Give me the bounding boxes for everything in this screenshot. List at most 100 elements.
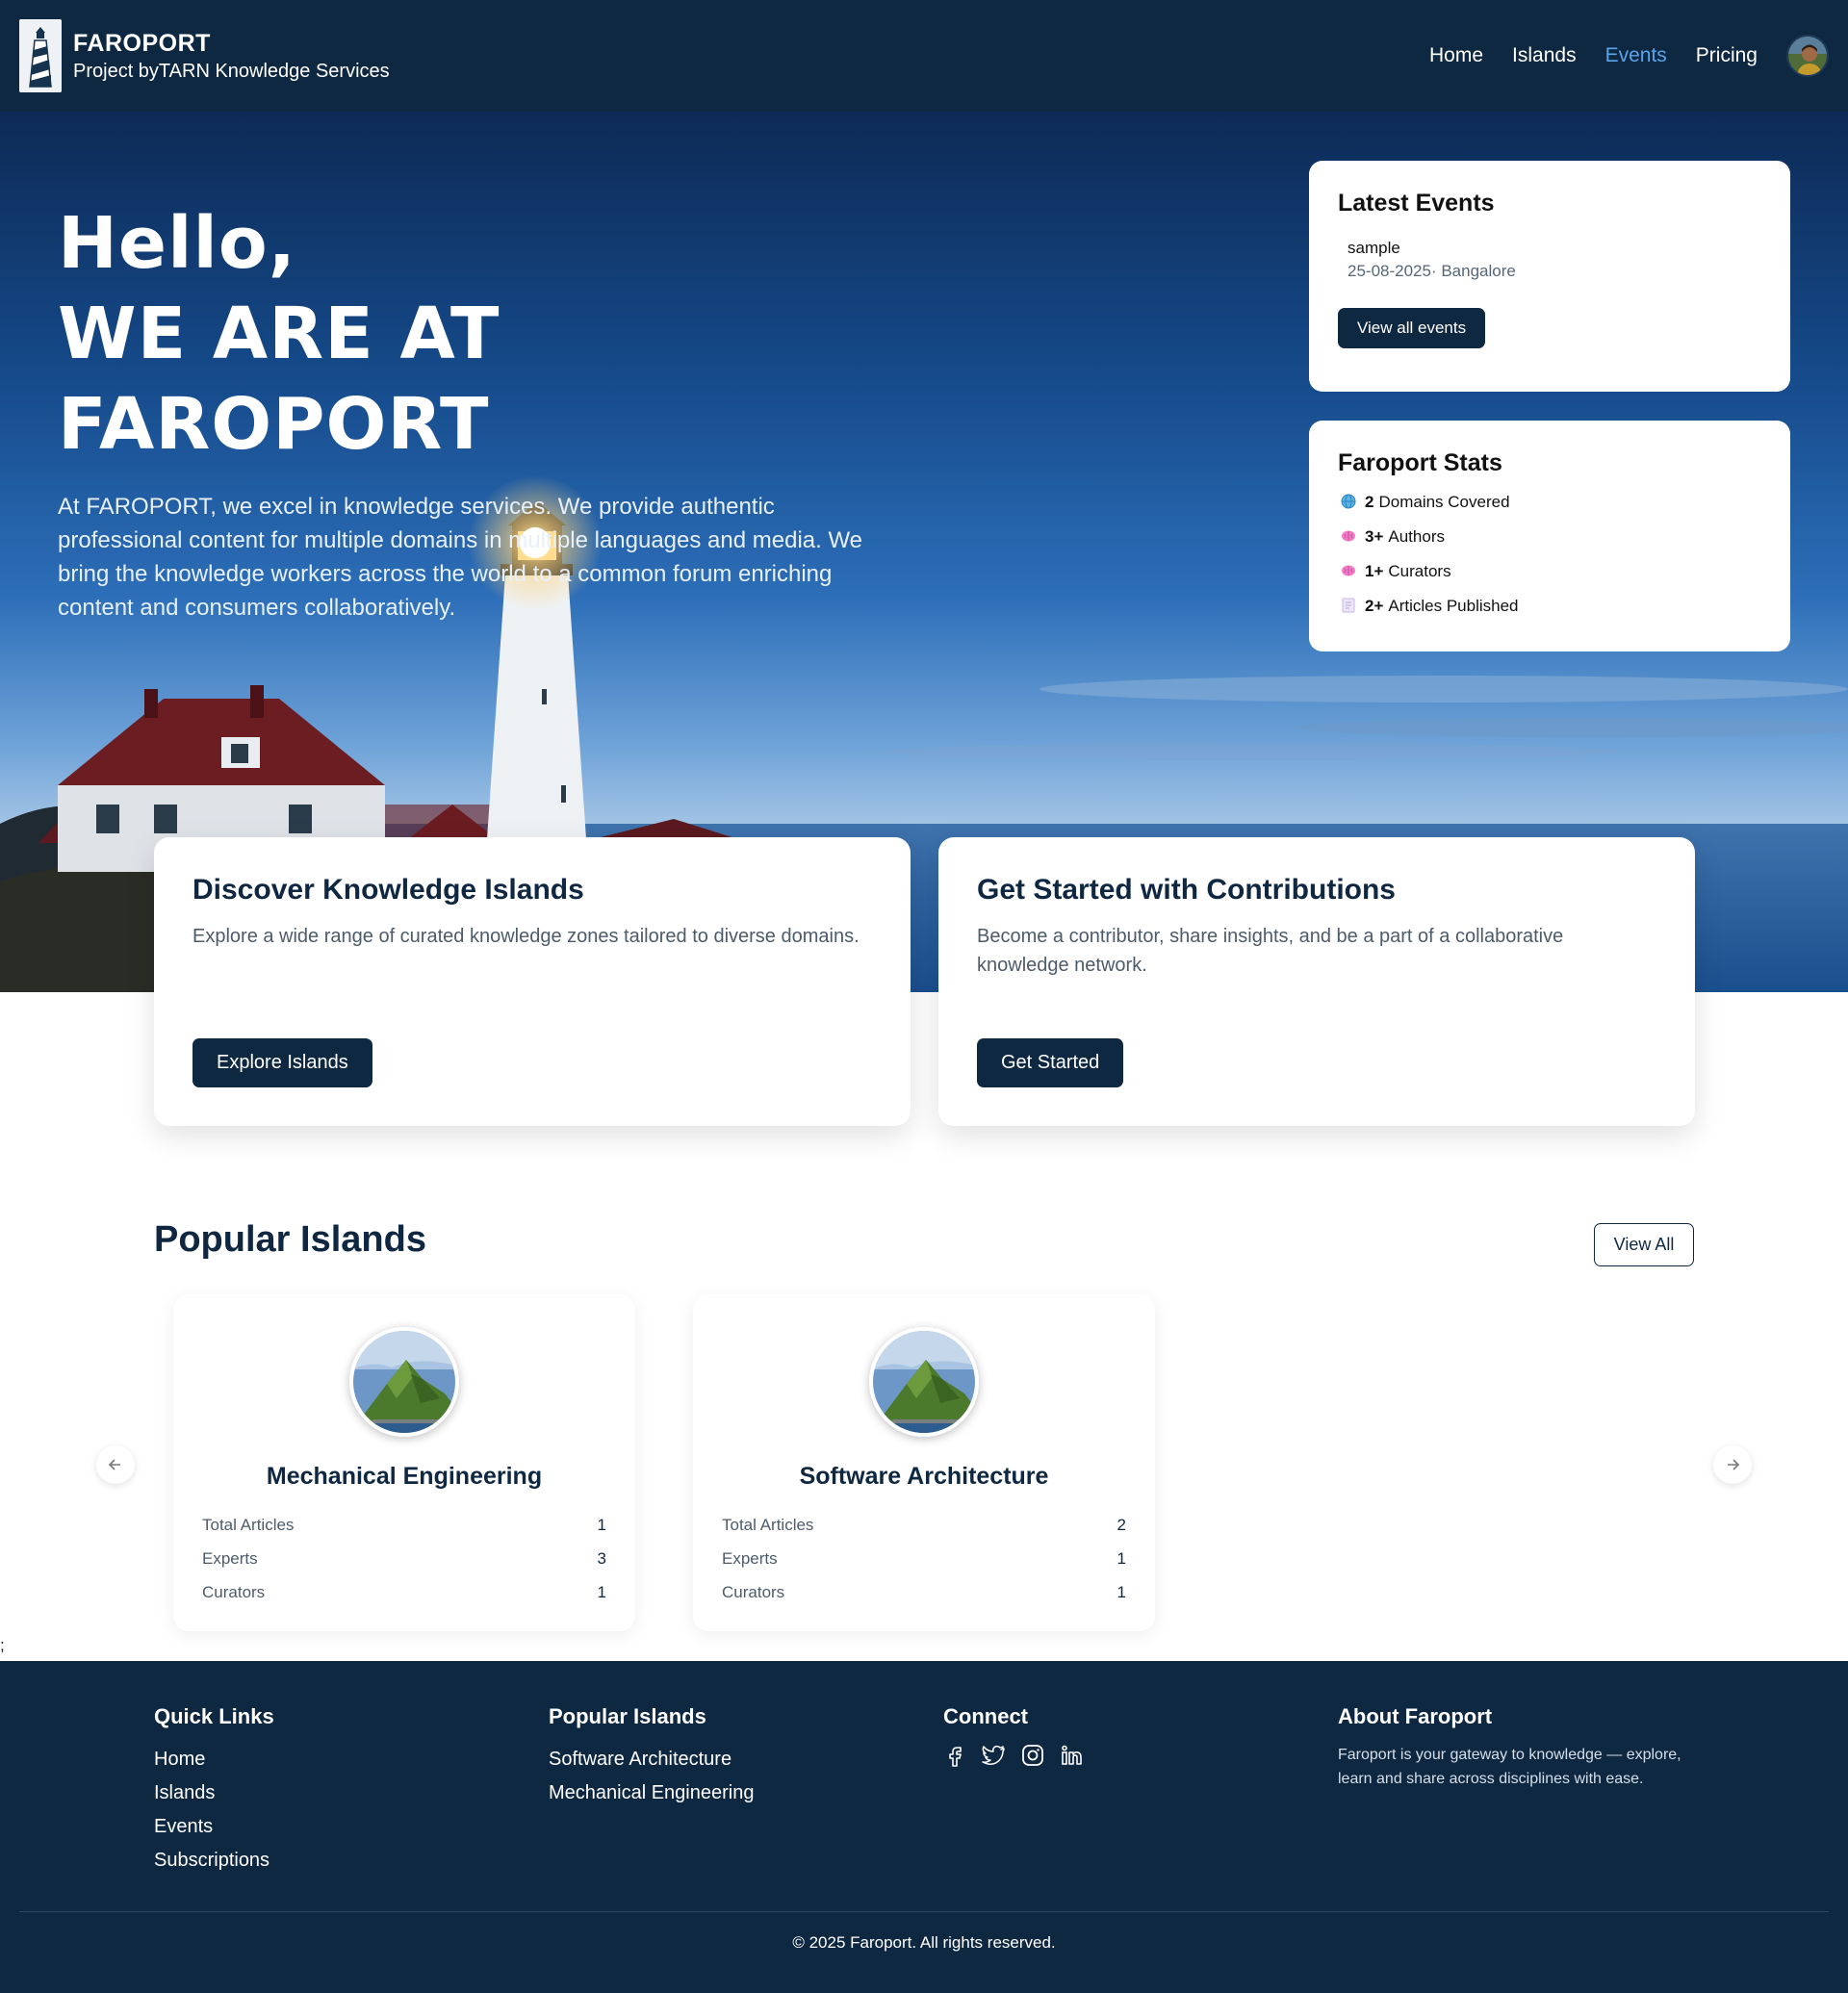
document-icon (1338, 598, 1359, 616)
stat-label: Total Articles (202, 1515, 295, 1534)
island-stats: Total Articles 2 Experts 1 Curators 1 (722, 1508, 1126, 1609)
faroport-stats-card: Faroport Stats 2 Domains Covered 3+ Auth… (1309, 421, 1790, 652)
footer-link-islands[interactable]: Islands (154, 1776, 274, 1810)
arrow-right-icon (1728, 1459, 1740, 1470)
stat-value: 3 (597, 1548, 606, 1568)
stat-authors-value: 3+ (1365, 527, 1384, 546)
popular-islands-title: Popular Islands (154, 1219, 426, 1260)
stat-articles: 2+ Articles Published (1338, 597, 1761, 616)
brain-icon (1338, 528, 1359, 547)
footer-connect-title: Connect (943, 1704, 1028, 1728)
nav-link-events[interactable]: Events (1605, 44, 1667, 67)
stat-label: Experts (722, 1548, 778, 1568)
contributions-title: Get Started with Contributions (977, 874, 1396, 906)
stat-value: 1 (597, 1515, 606, 1534)
discover-islands-title: Discover Knowledge Islands (192, 874, 584, 906)
arrow-left-icon (108, 1459, 120, 1470)
stat-value: 1 (1116, 1548, 1126, 1568)
hero-heading-line1: Hello, (58, 202, 296, 285)
nav-link-islands[interactable]: Islands (1512, 44, 1577, 67)
stat-label: Curators (722, 1582, 785, 1601)
stats-title: Faroport Stats (1338, 449, 1502, 476)
footer-quick-links-title: Quick Links (154, 1704, 274, 1728)
island-stat-row: Total Articles 1 (202, 1508, 606, 1542)
footer-about-text: Faroport is your gateway to knowledge — … (1338, 1747, 1681, 1787)
stat-domains: 2 Domains Covered (1338, 493, 1761, 512)
explore-islands-button[interactable]: Explore Islands (192, 1038, 372, 1087)
brand-subtitle: Project byTARN Knowledge Services (73, 61, 390, 82)
view-all-button[interactable]: View All (1594, 1223, 1694, 1266)
island-image (349, 1327, 459, 1437)
island-stat-row: Curators 1 (202, 1575, 606, 1609)
stat-value: 1 (597, 1582, 606, 1601)
brand-title: FAROPORT (73, 30, 211, 57)
stat-authors-label: Authors (1388, 527, 1445, 546)
hero-heading-line3: FAROPORT (58, 383, 490, 466)
discover-islands-card: Discover Knowledge Islands Explore a wid… (154, 837, 911, 1126)
stat-authors: 3+ Authors (1338, 527, 1761, 547)
footer-link-mechanical-engineering[interactable]: Mechanical Engineering (549, 1776, 754, 1810)
footer-divider (19, 1911, 1829, 1912)
discover-islands-text: Explore a wide range of curated knowledg… (192, 926, 860, 947)
twitter-icon[interactable] (982, 1743, 1007, 1768)
footer-about-title: About Faroport (1338, 1704, 1493, 1728)
hero-heading-line2: WE ARE AT (58, 293, 500, 375)
contributions-text: Become a contributor, share insights, an… (977, 926, 1564, 976)
contributions-card: Get Started with Contributions Become a … (938, 837, 1695, 1126)
instagram-icon[interactable] (1020, 1743, 1045, 1768)
stat-articles-label: Articles Published (1388, 597, 1519, 615)
latest-events-title: Latest Events (1338, 190, 1495, 217)
footer-link-subscriptions[interactable]: Subscriptions (154, 1844, 274, 1878)
stat-label: Curators (202, 1582, 266, 1601)
stray-semicolon-text: ; (0, 1636, 5, 1654)
island-stat-row: Experts 1 (722, 1542, 1126, 1575)
footer-link-software-architecture[interactable]: Software Architecture (549, 1743, 754, 1776)
event-date-location: 25-08-2025· Bangalore (1348, 262, 1516, 280)
top-navbar: FAROPORT Project byTARN Knowledge Servic… (0, 0, 1848, 112)
nav-links: Home Islands Events Pricing (1429, 35, 1829, 77)
brand-block: FAROPORT Project byTARN Knowledge Servic… (73, 28, 390, 84)
stat-curators-value: 1+ (1365, 562, 1384, 580)
carousel-next-button[interactable] (1713, 1445, 1752, 1484)
brain-icon (1338, 563, 1359, 581)
hero-heading: Hello, WE ARE AT FAROPORT (58, 198, 500, 470)
nav-link-home[interactable]: Home (1429, 44, 1483, 67)
footer-link-home[interactable]: Home (154, 1743, 274, 1776)
nav-link-pricing[interactable]: Pricing (1696, 44, 1758, 67)
island-name: Mechanical Engineering (266, 1463, 543, 1490)
stat-value: 1 (1116, 1582, 1126, 1601)
hero-description: At FAROPORT, we excel in knowledge servi… (58, 494, 863, 621)
island-card-mechanical-engineering[interactable]: Mechanical Engineering Total Articles 1 … (173, 1294, 635, 1631)
island-card-software-architecture[interactable]: Software Architecture Total Articles 2 E… (693, 1294, 1155, 1631)
stat-curators-label: Curators (1388, 562, 1451, 580)
view-all-events-button[interactable]: View all events (1338, 308, 1486, 348)
footer-quick-links: Quick Links Home Islands Events Subscrip… (154, 1704, 274, 1878)
stat-domains-value: 2 (1365, 493, 1374, 511)
facebook-icon[interactable] (943, 1743, 968, 1768)
island-stat-row: Experts 3 (202, 1542, 606, 1575)
footer-popular-islands: Popular Islands Software Architecture Me… (549, 1704, 754, 1810)
stat-domains-label: Domains Covered (1378, 493, 1510, 511)
event-name[interactable]: sample (1348, 239, 1761, 258)
stat-curators: 1+ Curators (1338, 562, 1761, 581)
island-name: Software Architecture (799, 1463, 1049, 1490)
footer-connect: Connect (943, 1704, 1084, 1768)
carousel-prev-button[interactable] (96, 1445, 135, 1484)
globe-icon (1338, 494, 1359, 512)
footer-link-events[interactable]: Events (154, 1810, 274, 1844)
linkedin-icon[interactable] (1059, 1743, 1084, 1768)
island-stat-row: Curators 1 (722, 1575, 1126, 1609)
island-stats: Total Articles 1 Experts 3 Curators 1 (202, 1508, 606, 1609)
user-avatar[interactable] (1786, 35, 1829, 77)
stat-articles-value: 2+ (1365, 597, 1384, 615)
footer-popular-title: Popular Islands (549, 1704, 706, 1728)
footer-copyright: © 2025 Faroport. All rights reserved. (792, 1933, 1056, 1952)
lighthouse-logo-icon[interactable] (19, 19, 62, 92)
stat-label: Total Articles (722, 1515, 814, 1534)
social-links (943, 1743, 1084, 1768)
get-started-button[interactable]: Get Started (977, 1038, 1124, 1087)
latest-events-card: Latest Events sample 25-08-2025· Bangalo… (1309, 161, 1790, 392)
stat-label: Experts (202, 1548, 258, 1568)
footer: Quick Links Home Islands Events Subscrip… (0, 1661, 1848, 1993)
stat-value: 2 (1116, 1515, 1126, 1534)
